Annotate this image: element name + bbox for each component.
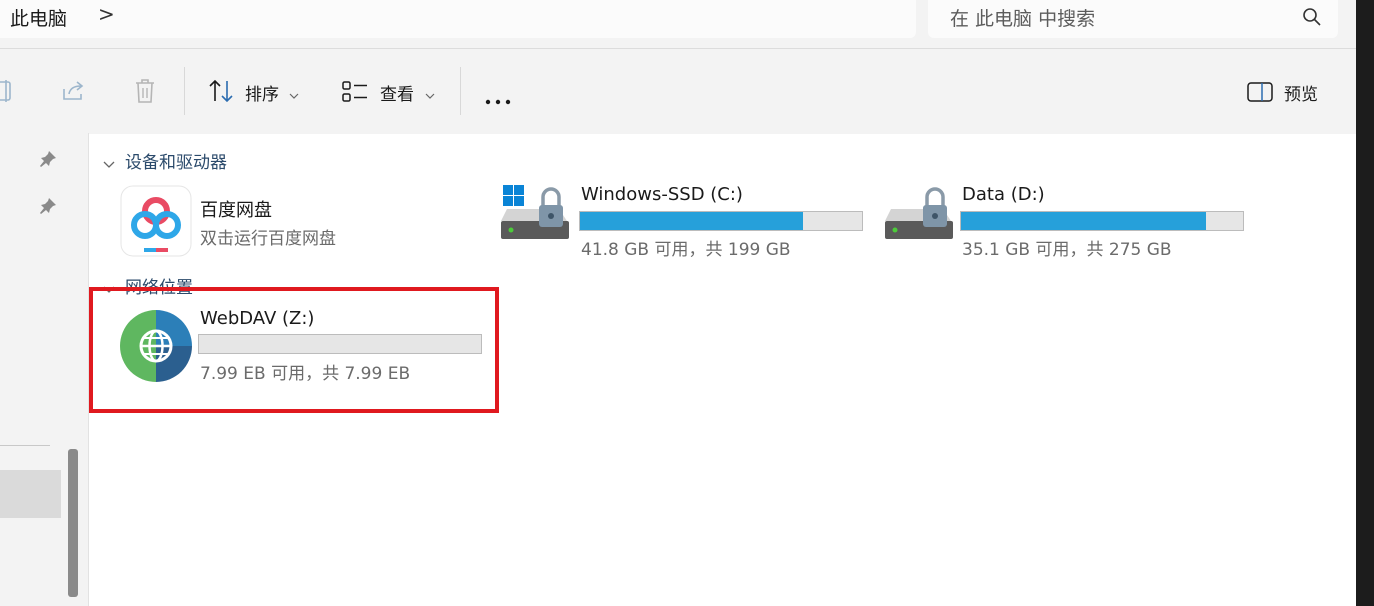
system-drive-icon	[501, 185, 573, 247]
toolbar-separator	[460, 67, 461, 115]
window-edge	[1356, 0, 1374, 606]
navigation-pane	[0, 133, 62, 606]
chevron-down-icon	[289, 85, 299, 104]
more-options-icon[interactable]	[485, 90, 511, 109]
item-title: Data (D:)	[962, 184, 1045, 205]
baidu-netdisk-icon	[120, 185, 192, 261]
nav-separator	[0, 445, 50, 446]
view-icon	[342, 81, 368, 107]
item-subtitle: 41.8 GB 可用，共 199 GB	[581, 240, 791, 260]
share-icon[interactable]	[61, 79, 87, 107]
chevron-down-icon[interactable]	[103, 154, 115, 173]
item-subtitle: 35.1 GB 可用，共 275 GB	[962, 240, 1172, 260]
preview-label: 预览	[1284, 85, 1318, 105]
sort-label: 排序	[245, 85, 279, 105]
drive-icon	[885, 185, 957, 247]
item-title: Windows-SSD (C:)	[581, 184, 743, 205]
sort-icon	[207, 79, 235, 107]
search-input[interactable]: 在 此电脑 中搜索	[950, 4, 1095, 31]
highlight-annotation-box	[89, 287, 499, 413]
breadcrumb-chevron-icon[interactable]: >	[98, 2, 115, 26]
drive-usage-fill	[961, 212, 1207, 230]
item-title: 百度网盘	[200, 200, 272, 221]
group-header-devices[interactable]: 设备和驱动器	[125, 148, 227, 173]
item-subtitle: 双击运行百度网盘	[200, 229, 336, 249]
search-box[interactable]: 在 此电脑 中搜索	[928, 0, 1338, 38]
breadcrumb-this-pc[interactable]: 此电脑	[10, 4, 67, 31]
drive-usage-fill	[580, 212, 803, 230]
command-bar: 排序 查看 预览	[0, 49, 1356, 133]
rename-icon[interactable]	[0, 79, 14, 107]
address-bar[interactable]: 此电脑 >	[0, 0, 916, 38]
search-icon[interactable]	[1302, 7, 1322, 31]
chevron-down-icon	[425, 85, 435, 104]
delete-icon[interactable]	[133, 78, 157, 108]
preview-pane-icon	[1247, 82, 1273, 106]
drive-usage-bar	[960, 211, 1244, 231]
pin-icon[interactable]	[39, 150, 57, 172]
nav-scrollbar[interactable]	[68, 449, 78, 597]
pin-icon[interactable]	[39, 197, 57, 219]
drive-usage-bar	[579, 211, 863, 231]
view-label: 查看	[380, 85, 414, 105]
nav-item-selected[interactable]	[0, 470, 61, 518]
toolbar-separator	[184, 67, 185, 115]
